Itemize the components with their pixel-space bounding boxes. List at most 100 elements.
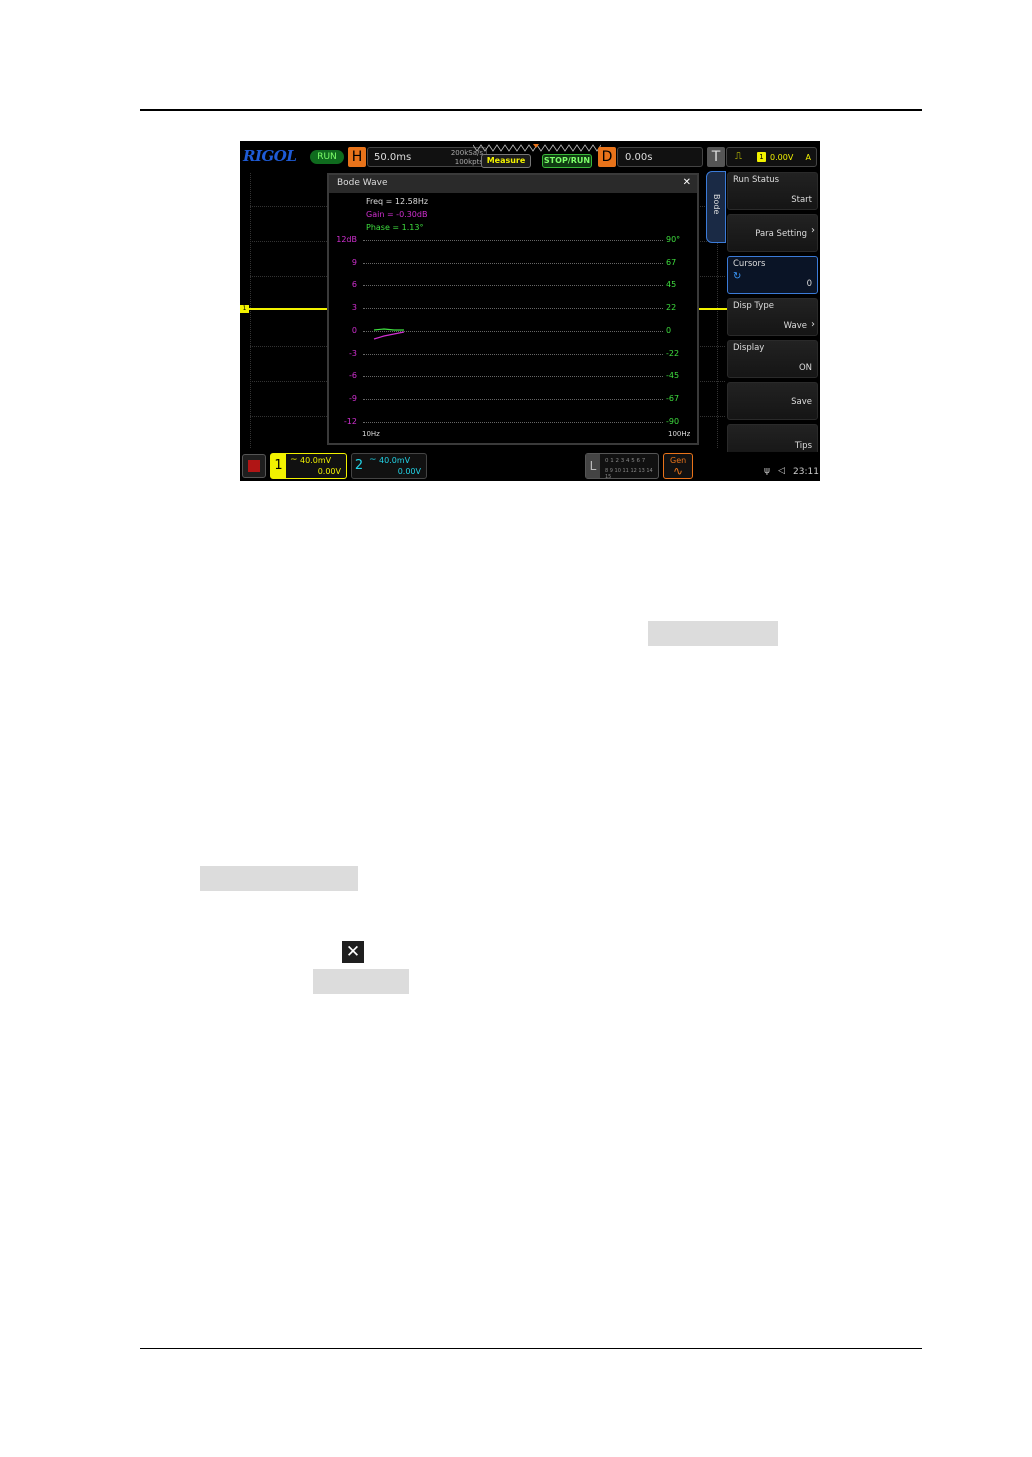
chevron-right-icon: ›	[811, 319, 815, 330]
bode-side-tab-label: Bode	[712, 194, 721, 215]
logic-channels-row-1: 0 1 2 3 4 5 6 7	[605, 458, 646, 464]
menu-title: Display	[733, 343, 765, 353]
menu-value: ON	[798, 363, 812, 373]
menu-disp-type[interactable]: Disp Type Wave ›	[727, 298, 818, 336]
phase-tick-label: -90	[666, 416, 680, 426]
gain-tick-label: -12	[343, 416, 357, 426]
menu-title: Cursors	[733, 259, 766, 269]
phase-tick-label: 0	[666, 325, 672, 335]
plot-gridline	[363, 421, 663, 423]
plot-gridline	[363, 398, 663, 400]
horizontal-box[interactable]: 50.0ms 200kSa/s 100kpts	[367, 147, 487, 167]
generator-button[interactable]: Gen ∿	[663, 453, 693, 479]
bode-title-bar: Bode Wave ✕	[329, 175, 697, 193]
plot-gridline	[363, 376, 663, 378]
close-icon[interactable]: ✕	[683, 177, 691, 188]
logic-analyzer-box[interactable]: L 0 1 2 3 4 5 6 7 8 9 10 11 12 13 14 15	[585, 453, 659, 480]
highlighted-text-placeholder	[200, 866, 358, 891]
highlighted-text-placeholder	[313, 969, 409, 994]
plot-gridline	[363, 262, 663, 264]
rigol-logo: RIGOL	[243, 147, 297, 165]
menu-cursors[interactable]: Cursors ↻ 0	[727, 256, 818, 294]
run-status-pill[interactable]: RUN	[310, 150, 344, 164]
softkey-menu: Run Status Start Para Setting › Cursors …	[727, 172, 820, 462]
trigger-level: 0.00V	[770, 153, 794, 162]
menu-run-status[interactable]: Run Status Start	[727, 172, 818, 210]
measure-button[interactable]: Measure	[481, 154, 531, 168]
x-axis-end-label: 100Hz	[668, 430, 691, 438]
ac-coupling-icon: ~	[369, 455, 377, 465]
gain-tick-label: -9	[349, 393, 357, 403]
gain-tick-label: -6	[349, 371, 357, 381]
phase-tick-label: -45	[666, 371, 680, 381]
menu-save[interactable]: Save	[727, 382, 818, 420]
plot-gridline	[363, 285, 663, 287]
channel-1-offset-marker[interactable]: 1	[240, 305, 249, 313]
bode-wave-window: Bode Wave ✕ Freq = 12.58Hz Gain = -0.30d…	[327, 173, 699, 445]
trigger-mode: A	[805, 153, 811, 162]
phase-tick-label: 67	[666, 257, 677, 267]
gain-tick-label: 9	[351, 257, 357, 267]
channel-1-number: 1	[271, 454, 286, 478]
bode-gain-readout: Gain = -0.30dB	[366, 210, 428, 219]
ac-coupling-icon: ~	[290, 455, 298, 465]
bode-phase-readout: Phase = 1.13°	[366, 223, 424, 232]
bode-curves	[373, 328, 405, 340]
plot-gridline	[363, 308, 663, 310]
trigger-box[interactable]: ⎍ 1 0.00V A	[726, 147, 817, 167]
trigger-source-badge: 1	[757, 152, 766, 162]
channel-1-trace-right	[701, 308, 725, 310]
gain-curve	[373, 331, 405, 340]
close-icon: ✕	[342, 941, 364, 963]
menu-value: Tips	[794, 441, 812, 451]
waveform-overview-strip	[473, 144, 601, 152]
stop-run-button[interactable]: STOP/RUN	[542, 154, 592, 168]
logic-letter: L	[586, 454, 600, 478]
delay-value: 0.00s	[625, 152, 653, 163]
channel-1-offset: 0.00V	[317, 467, 341, 476]
channel-2-number: 2	[354, 458, 364, 473]
menu-value: Wave	[783, 321, 807, 331]
bode-side-tab[interactable]: Bode	[706, 171, 726, 243]
delay-letter[interactable]: D	[598, 147, 616, 167]
phase-tick-label: 90°	[666, 235, 681, 244]
plot-gridline	[363, 353, 663, 355]
channel-1-box[interactable]: 1 ~ 40.0mV 0.00V	[270, 453, 347, 479]
top-status-bar: RIGOL RUN H 50.0ms 200kSa/s 100kpts Meas…	[240, 141, 820, 171]
speaker-icon[interactable]: ◁	[778, 466, 785, 476]
menu-value: Para Setting	[755, 229, 807, 239]
gain-tick-label: 0	[351, 325, 357, 335]
memory-depth: 100kpts	[454, 158, 483, 166]
menu-value: Start	[791, 195, 812, 205]
gain-tick-label: 12dB	[336, 235, 357, 244]
phase-tick-label: -22	[666, 348, 680, 358]
trigger-letter[interactable]: T	[707, 147, 725, 167]
menu-para-setting[interactable]: Para Setting ›	[727, 214, 818, 252]
channel-2-offset: 0.00V	[397, 467, 421, 476]
menu-value: 0	[806, 279, 812, 289]
header-rule	[140, 109, 922, 111]
bode-window-title: Bode Wave	[337, 178, 388, 188]
rising-edge-icon: ⎍	[735, 151, 742, 162]
usb-icon: ψ	[764, 466, 770, 476]
horizontal-letter[interactable]: H	[348, 147, 366, 167]
gain-tick-label: 6	[351, 280, 357, 290]
footer-rule	[140, 1348, 922, 1349]
gain-tick-label: 3	[351, 303, 357, 313]
knob-rotate-icon: ↻	[733, 271, 742, 282]
channel-2-box[interactable]: 2 ~ 40.0mV 0.00V	[351, 453, 427, 479]
plot-gridline	[363, 240, 663, 241]
oscilloscope-screenshot: RIGOL RUN H 50.0ms 200kSa/s 100kpts Meas…	[240, 141, 820, 481]
chevron-right-icon: ›	[811, 225, 815, 236]
menu-value: Save	[791, 397, 812, 407]
menu-display[interactable]: Display ON	[727, 340, 818, 378]
delay-box[interactable]: 0.00s	[617, 147, 703, 167]
bode-freq-readout: Freq = 12.58Hz	[366, 197, 429, 206]
x-axis-start-label: 10Hz	[362, 430, 380, 438]
phase-tick-label: 45	[666, 280, 677, 290]
phase-tick-label: -67	[666, 393, 680, 403]
stop-icon[interactable]	[242, 454, 266, 478]
channel-1-scale: 40.0mV	[300, 456, 332, 465]
channel-2-scale: 40.0mV	[379, 456, 411, 465]
logic-channels-row-2: 8 9 10 11 12 13 14 15	[605, 468, 653, 480]
